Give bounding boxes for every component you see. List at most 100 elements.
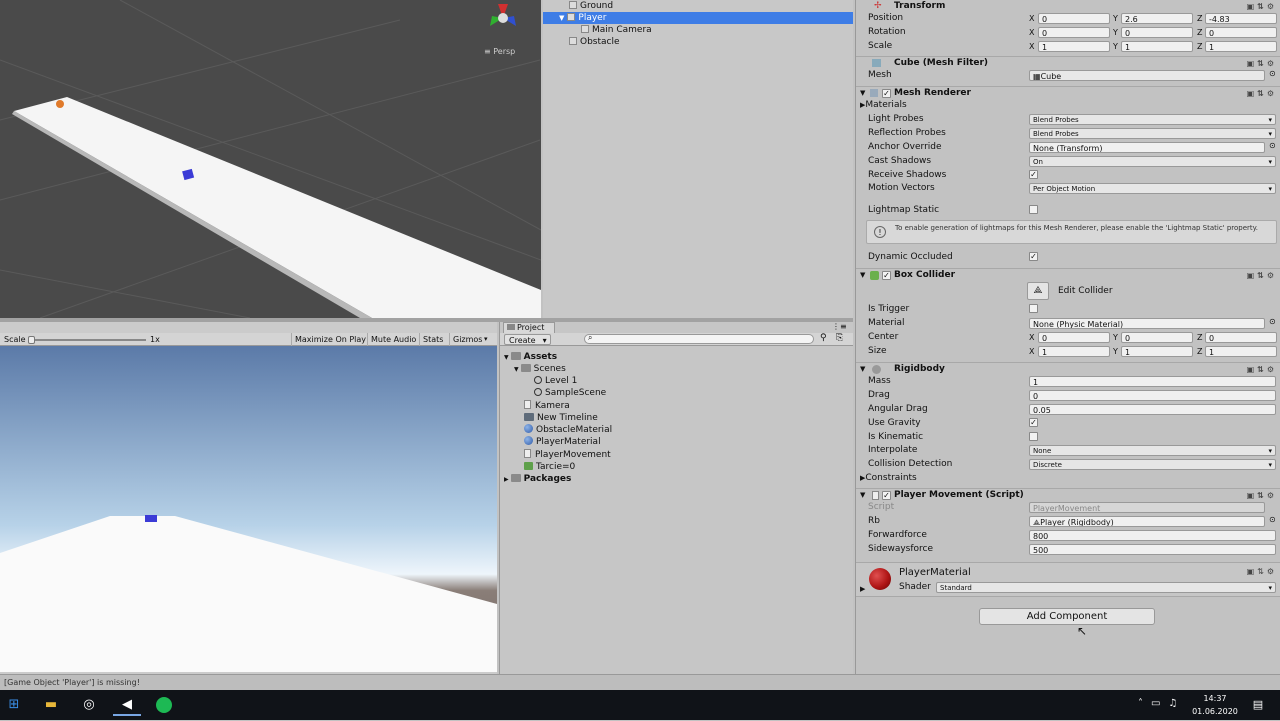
scene-view[interactable]: ≡ Persp: [0, 0, 541, 318]
scale-y-field[interactable]: 1: [1121, 41, 1193, 52]
constraints-foldout[interactable]: ▶Constraints: [860, 472, 917, 484]
position-z-field[interactable]: -4.83: [1205, 13, 1277, 24]
center-z-field[interactable]: 0: [1205, 332, 1277, 343]
mesh-renderer-header[interactable]: ▼ ✓ Mesh Renderer ▣⇅⚙: [856, 86, 1280, 99]
mesh-renderer-enabled-checkbox[interactable]: ✓: [882, 89, 891, 98]
mass-field[interactable]: 1: [1029, 376, 1276, 387]
object-picker-icon[interactable]: ⊙: [1269, 515, 1276, 524]
panel-menu-icon[interactable]: ⋮≡: [832, 322, 847, 331]
project-item-obstaclematerial[interactable]: ObstacleMaterial: [524, 424, 612, 436]
hierarchy-item-obstacle[interactable]: Obstacle: [543, 36, 853, 48]
project-item-new-timeline[interactable]: New Timeline: [524, 412, 598, 424]
project-item-level-1[interactable]: Level 1: [534, 375, 577, 387]
notifications-icon[interactable]: ▤: [1244, 694, 1272, 716]
dynamic-occluded-checkbox[interactable]: ✓: [1029, 252, 1038, 261]
sidewaysforce-field[interactable]: 500: [1029, 544, 1276, 555]
file-explorer-icon[interactable]: ▬: [37, 694, 65, 716]
receive-shadows-checkbox[interactable]: ✓: [1029, 170, 1038, 179]
motion-vectors-dropdown[interactable]: Per Object Motion: [1029, 183, 1276, 194]
scale-slider-handle[interactable]: [28, 336, 35, 344]
box-collider-enabled-checkbox[interactable]: ✓: [882, 271, 891, 280]
project-item-assets[interactable]: ▼ Assets: [504, 351, 557, 363]
object-picker-icon[interactable]: ⊙: [1269, 141, 1276, 150]
gizmos-dropdown-icon[interactable]: ▾: [484, 333, 488, 346]
project-search-input[interactable]: ⌕: [584, 333, 814, 344]
mute-audio-button[interactable]: Mute Audio: [367, 333, 419, 346]
object-picker-icon[interactable]: ⊙: [1269, 317, 1276, 326]
shader-dropdown[interactable]: Standard: [936, 582, 1276, 593]
anchor-override-field[interactable]: None (Transform): [1029, 142, 1265, 153]
center-y-field[interactable]: 0: [1121, 332, 1193, 343]
project-item-packages[interactable]: ▶ Packages: [504, 473, 571, 485]
persp-label[interactable]: ≡ Persp: [484, 47, 515, 56]
component-header-icons[interactable]: ▣⇅⚙: [1247, 567, 1277, 576]
unity-hub-icon[interactable]: ◎: [75, 694, 103, 716]
center-x-field[interactable]: 0: [1038, 332, 1110, 343]
console-status-bar[interactable]: [Game Object 'Player'] is missing!: [0, 674, 1280, 690]
spotify-icon[interactable]: [150, 694, 178, 716]
cast-shadows-dropdown[interactable]: On: [1029, 156, 1276, 167]
position-x-field[interactable]: 0: [1038, 13, 1110, 24]
clock[interactable]: 14:37 01.06.2020: [1192, 692, 1238, 718]
gizmos-button[interactable]: Gizmos: [449, 333, 485, 346]
component-header-icons[interactable]: ▣⇅⚙: [1247, 363, 1277, 376]
expand-arrow-icon[interactable]: ▼: [860, 489, 865, 502]
expand-arrow-icon[interactable]: ▼: [860, 269, 865, 282]
maximize-on-play-button[interactable]: Maximize On Play: [291, 333, 369, 346]
project-item-kamera[interactable]: Kamera: [524, 400, 570, 412]
component-header-icons[interactable]: ▣⇅⚙: [1247, 489, 1277, 502]
transform-header[interactable]: ✢ Transform ▣⇅⚙: [856, 0, 1280, 12]
project-item-samplescene[interactable]: SampleScene: [534, 387, 606, 399]
collision-detection-dropdown[interactable]: Discrete: [1029, 459, 1276, 470]
stats-button[interactable]: Stats: [419, 333, 446, 346]
player-movement-enabled-checkbox[interactable]: ✓: [882, 491, 891, 500]
unity-editor-icon[interactable]: ◀: [113, 694, 141, 716]
rotation-z-field[interactable]: 0: [1205, 27, 1277, 38]
hierarchy-item-player[interactable]: ▼ Player: [543, 12, 853, 24]
object-picker-icon[interactable]: ⊙: [1269, 69, 1276, 78]
expand-arrow-icon[interactable]: ▶: [860, 585, 865, 593]
component-header-icons[interactable]: ▣⇅⚙: [1247, 0, 1277, 13]
component-header-icons[interactable]: ▣⇅⚙: [1247, 269, 1277, 282]
expand-arrow-icon[interactable]: ▼: [860, 363, 865, 376]
start-button-icon[interactable]: ⊞: [0, 694, 28, 716]
project-item-tarcie[interactable]: Tarcie=0: [524, 461, 575, 473]
reflection-probes-dropdown[interactable]: Blend Probes: [1029, 128, 1276, 139]
box-collider-header[interactable]: ▼ ✓ Box Collider ▣⇅⚙: [856, 268, 1280, 281]
bookmark-icon[interactable]: ⎘: [836, 333, 843, 343]
expand-arrow-icon[interactable]: ▶: [504, 476, 509, 483]
material-preview-icon[interactable]: [869, 568, 891, 590]
edit-collider-button[interactable]: ⟁: [1027, 282, 1049, 300]
add-component-button[interactable]: Add Component: [979, 608, 1155, 625]
player-movement-header[interactable]: ▼ ✓ Player Movement (Script) ▣⇅⚙: [856, 488, 1280, 501]
is-kinematic-checkbox[interactable]: [1029, 432, 1038, 441]
create-dropdown[interactable]: Create ▾: [504, 334, 551, 345]
is-trigger-checkbox[interactable]: [1029, 304, 1038, 313]
size-y-field[interactable]: 1: [1121, 346, 1193, 357]
expand-arrow-icon[interactable]: ▼: [559, 14, 564, 22]
rigidbody-header[interactable]: ▼ Rigidbody ▣⇅⚙: [856, 362, 1280, 375]
mesh-filter-header[interactable]: Cube (Mesh Filter) ▣⇅⚙: [856, 56, 1280, 69]
ground-plane[interactable]: [14, 97, 541, 318]
rb-field[interactable]: ⟁Player (Rigidbody): [1029, 516, 1265, 527]
drag-field[interactable]: 0: [1029, 390, 1276, 401]
scale-x-field[interactable]: 1: [1038, 41, 1110, 52]
position-y-field[interactable]: 2.6: [1121, 13, 1193, 24]
obstacle-object[interactable]: [56, 100, 64, 108]
interpolate-dropdown[interactable]: None: [1029, 445, 1276, 456]
project-item-scenes[interactable]: ▼ Scenes: [514, 363, 566, 375]
materials-foldout[interactable]: ▶Materials: [860, 99, 907, 111]
lightmap-static-checkbox[interactable]: [1029, 205, 1038, 214]
scale-slider[interactable]: [28, 336, 146, 344]
scene-gizmo[interactable]: [478, 0, 528, 40]
size-x-field[interactable]: 1: [1038, 346, 1110, 357]
rotation-y-field[interactable]: 0: [1121, 27, 1193, 38]
expand-arrow-icon[interactable]: ▼: [504, 354, 509, 361]
expand-arrow-icon[interactable]: ▼: [514, 366, 519, 373]
hierarchy-item-ground[interactable]: Ground: [543, 0, 853, 12]
mesh-field[interactable]: ▦Cube: [1029, 70, 1265, 81]
filter-icon[interactable]: ⚲: [820, 333, 827, 343]
use-gravity-checkbox[interactable]: ✓: [1029, 418, 1038, 427]
system-tray-icons[interactable]: ˄▭♫: [1138, 698, 1185, 709]
scale-z-field[interactable]: 1: [1205, 41, 1277, 52]
